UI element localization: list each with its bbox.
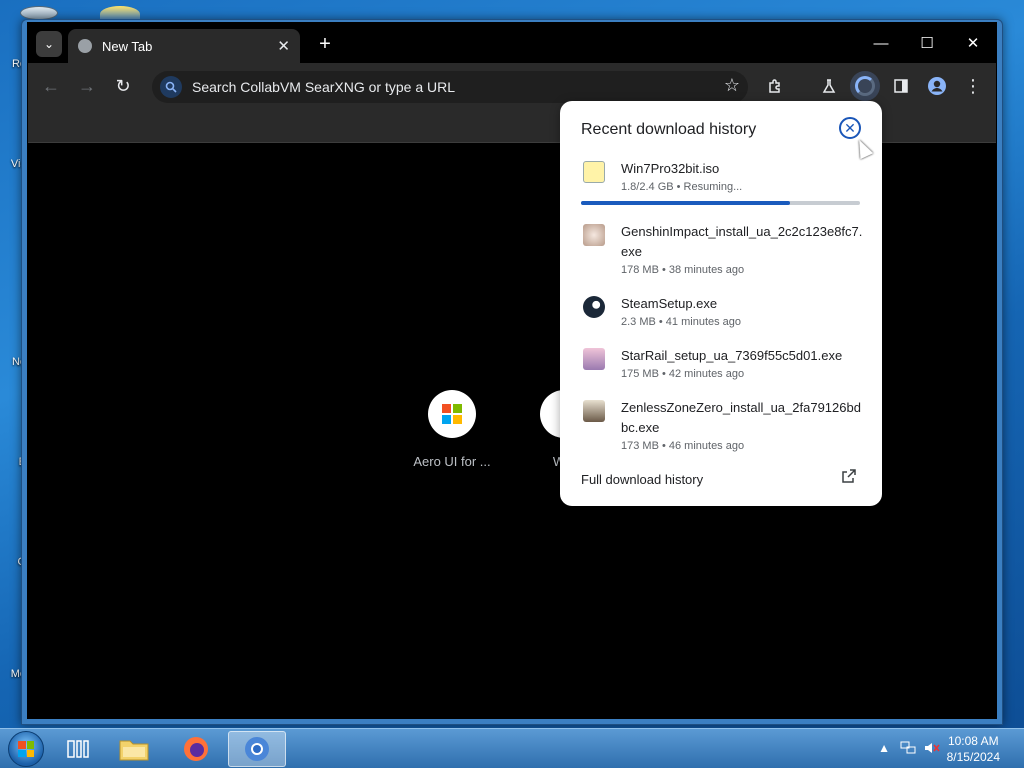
clock-time: 10:08 AM: [947, 734, 999, 748]
taskbar-app-explorer[interactable]: [108, 731, 160, 767]
open-in-new-icon[interactable]: [841, 468, 857, 489]
download-filename: ZenlessZoneZero_install_ua_2fa79126bdbc.…: [621, 400, 861, 435]
firefox-icon: [184, 737, 208, 761]
new-tab-button[interactable]: +: [312, 31, 338, 57]
windows-logo-icon: [428, 390, 476, 438]
download-status: 178 MB • 38 minutes ago: [621, 264, 745, 276]
forward-button[interactable]: →: [72, 71, 102, 101]
tab-new-tab[interactable]: New Tab ✕: [68, 29, 300, 63]
download-status: 175 MB • 42 minutes ago: [621, 368, 745, 380]
task-view-icon: [67, 740, 89, 758]
back-button[interactable]: ←: [36, 71, 66, 101]
download-filename: GenshinImpact_install_ua_2c2c123e8fc7.ex…: [621, 224, 863, 259]
extensions-puzzle-icon[interactable]: [760, 71, 790, 101]
download-progress-ring-icon: [855, 76, 875, 96]
taskbar: ▲ 10:08 AM 8/15/2024: [0, 728, 1024, 768]
search-icon: [160, 76, 182, 98]
shortcut-aero-ui[interactable]: Aero UI for ...: [404, 390, 500, 469]
side-panel-icon[interactable]: [886, 71, 916, 101]
tab-close-icon[interactable]: ✕: [277, 37, 290, 55]
folder-icon: [119, 740, 149, 761]
bookmark-star-icon[interactable]: ☆: [724, 75, 740, 96]
download-progress-fill: [581, 201, 791, 205]
profile-avatar-icon[interactable]: [922, 71, 952, 101]
download-status: 173 MB • 46 minutes ago: [621, 440, 745, 452]
labs-flask-icon[interactable]: [814, 71, 844, 101]
menu-kebab-icon[interactable]: ⋮: [958, 71, 988, 101]
taskbar-app-firefox[interactable]: [170, 731, 222, 767]
download-item[interactable]: ZenlessZoneZero_install_ua_2fa79126bdbc.…: [581, 398, 863, 452]
shortcut-label: Aero UI for ...: [413, 454, 491, 469]
download-bubble: Recent download history ✕ Win7Pro32bit.i…: [560, 101, 882, 506]
download-item[interactable]: Win7Pro32bit.iso 1.8/2.4 GB • Resuming..…: [581, 159, 863, 193]
genshin-app-icon: [583, 224, 605, 246]
omnibox[interactable]: Search CollabVM SearXNG or type a URL ☆: [152, 71, 748, 103]
volume-muted-icon[interactable]: [924, 741, 940, 758]
windows-flag-icon: [18, 741, 34, 757]
maximize-button[interactable]: ☐: [904, 29, 950, 57]
zzz-app-icon: [583, 400, 605, 422]
chevron-down-icon: ⌄: [43, 37, 55, 51]
title-bar: ⌄ New Tab ✕ + — ☐ ✕: [28, 23, 996, 63]
starrail-app-icon: [583, 348, 605, 370]
download-item[interactable]: StarRail_setup_ua_7369f55c5d01.exe 175 M…: [581, 346, 863, 380]
download-status: 1.8/2.4 GB • Resuming...: [621, 181, 743, 193]
omnibox-placeholder: Search CollabVM SearXNG or type a URL: [192, 79, 455, 95]
download-filename: StarRail_setup_ua_7369f55c5d01.exe: [621, 348, 843, 363]
favicon-icon: [78, 39, 92, 53]
reload-button[interactable]: ↻: [108, 71, 138, 101]
close-window-button[interactable]: ✕: [950, 29, 996, 57]
chromium-icon: [245, 737, 269, 761]
download-indicator-button[interactable]: [850, 71, 880, 101]
tab-title: New Tab: [102, 38, 153, 54]
taskbar-app-chrome[interactable]: [228, 731, 286, 767]
iso-file-icon: [583, 161, 605, 183]
network-icon[interactable]: [900, 741, 916, 758]
full-download-history-link[interactable]: Full download history: [581, 472, 703, 487]
download-filename: SteamSetup.exe: [621, 296, 718, 311]
close-icon[interactable]: ✕: [839, 117, 861, 139]
minimize-button[interactable]: —: [858, 29, 904, 57]
recycle-bin-icon[interactable]: [20, 6, 58, 20]
download-status: 2.3 MB • 41 minutes ago: [621, 316, 742, 328]
clock[interactable]: 10:08 AM 8/15/2024: [947, 733, 1000, 765]
download-item[interactable]: GenshinImpact_install_ua_2c2c123e8fc7.ex…: [581, 222, 863, 276]
download-bubble-title: Recent download history: [581, 121, 757, 138]
clock-date: 8/15/2024: [946, 750, 1000, 764]
taskbar-app-task-view[interactable]: [52, 731, 104, 767]
start-button[interactable]: [8, 731, 44, 767]
download-item[interactable]: SteamSetup.exe 2.3 MB • 41 minutes ago: [581, 294, 863, 328]
steam-app-icon: [583, 296, 605, 318]
tab-search-button[interactable]: ⌄: [36, 31, 62, 57]
tray-expand-icon[interactable]: ▲: [878, 741, 890, 755]
download-progress-bar: [581, 201, 860, 205]
download-filename: Win7Pro32bit.iso: [621, 161, 720, 176]
